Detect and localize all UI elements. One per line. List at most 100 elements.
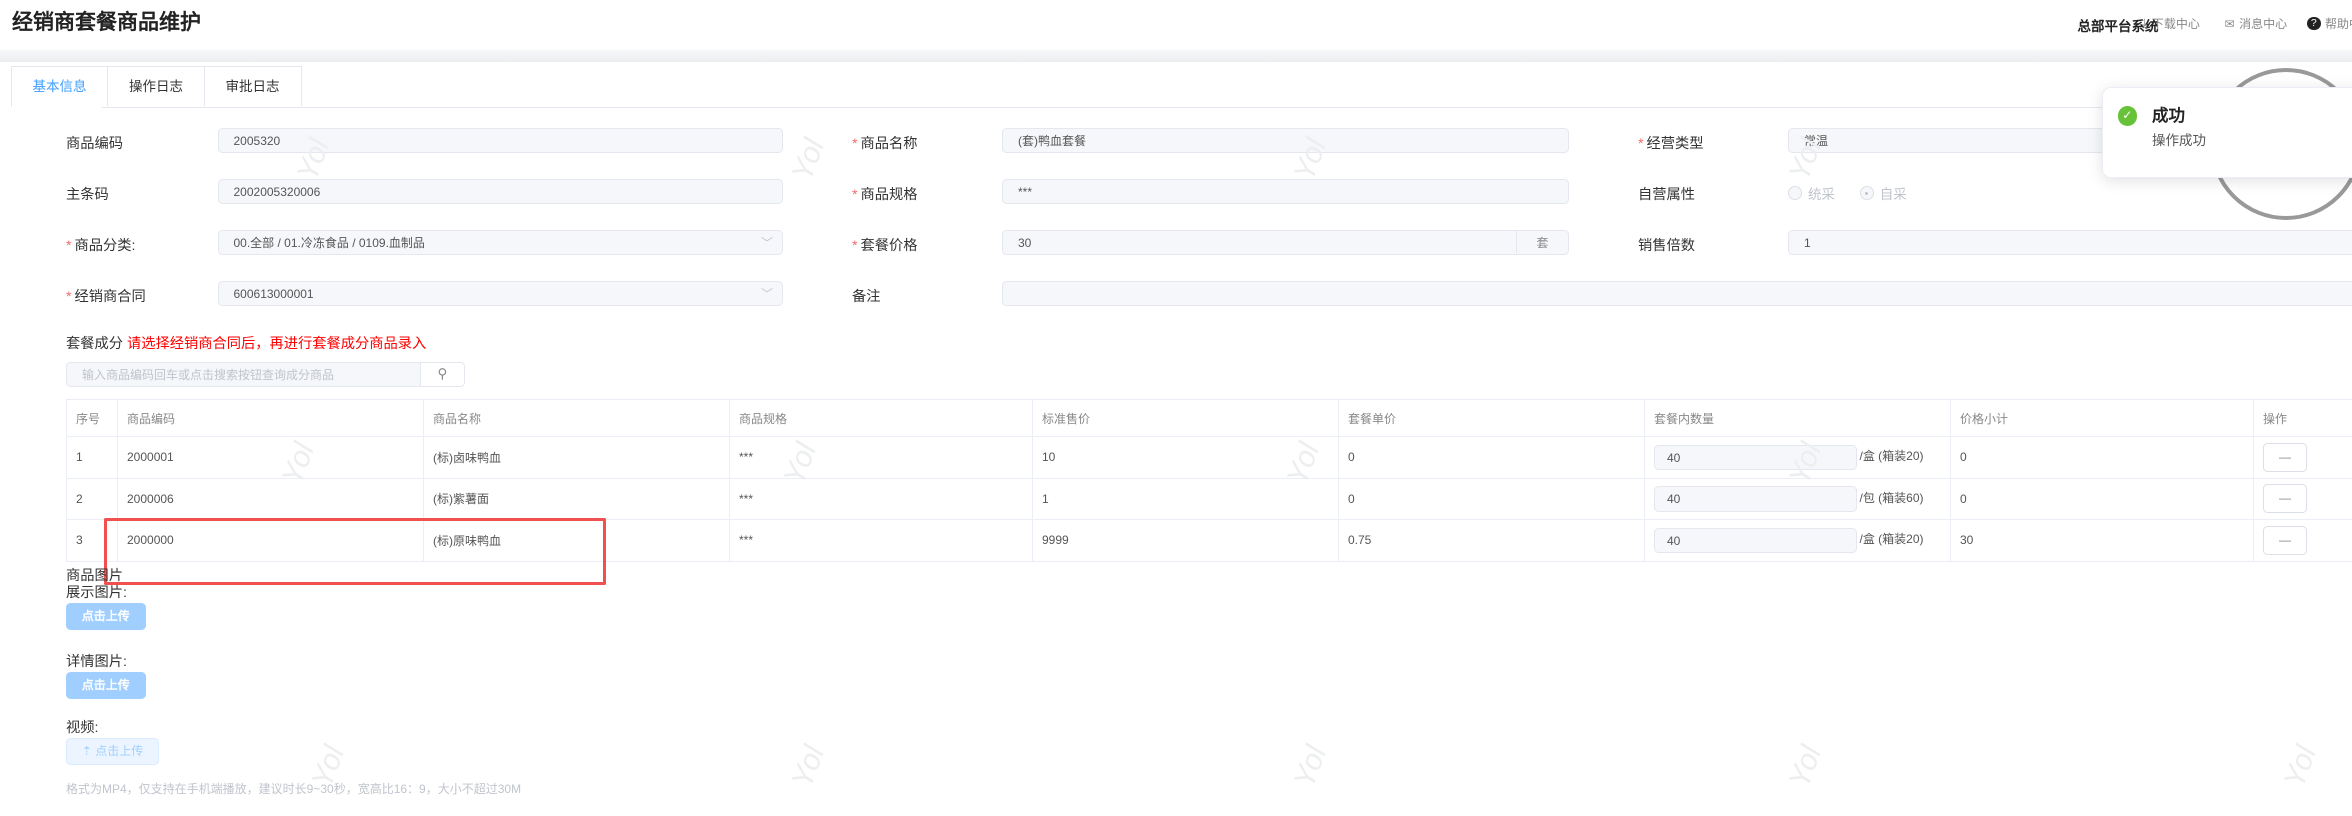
table-row: 1 2000001 (标)卤味鸭血 *** 10 0 40/盒 (箱装20) 0… bbox=[65, 436, 2352, 479]
watermark: Yol bbox=[1287, 741, 1334, 793]
col-header: 商品编码 bbox=[116, 399, 425, 437]
header-divider bbox=[0, 49, 2352, 62]
col-header: 标准售价 bbox=[1031, 399, 1340, 437]
mail-icon: ✉ bbox=[2224, 16, 2235, 31]
row-name: (标)紫薯面 bbox=[422, 477, 731, 520]
sales-multiple-label: 销售倍数 bbox=[1638, 238, 1696, 254]
video-label: 视频: bbox=[66, 719, 99, 736]
highlight-box bbox=[103, 517, 606, 585]
self-operated-radio-group: 统采 自采 bbox=[1788, 183, 1928, 203]
contract-label: * 经销商合同 bbox=[66, 289, 146, 305]
row-op-cell: — bbox=[2252, 436, 2352, 479]
category-label: * 商品分类: bbox=[66, 238, 136, 254]
download-center-link[interactable]: ⤓ 下载中心 bbox=[2142, 15, 2200, 32]
watermark: Yol bbox=[2277, 741, 2324, 793]
watermark: Yol bbox=[785, 134, 831, 185]
self-operated-label: 自营属性 bbox=[1638, 187, 1696, 203]
row-unit-price: 0.75 bbox=[1337, 519, 1646, 562]
tab-underline bbox=[102, 106, 2352, 108]
row-qty-cell: 40/包 (箱装60) bbox=[1643, 477, 1952, 520]
component-search-button[interactable]: ⚲ bbox=[420, 361, 465, 387]
remove-row-button[interactable]: — bbox=[2263, 442, 2307, 472]
search-icon: ⚲ bbox=[437, 365, 448, 381]
row-op-cell: — bbox=[2252, 477, 2352, 520]
components-label: 套餐成分 请选择经销商合同后，再进行套餐成分商品录入 bbox=[66, 335, 427, 352]
row-name: (标)卤味鸭血 bbox=[422, 436, 731, 479]
category-value: 00.全部 / 01.冷冻食品 / 0109.血制品 bbox=[233, 235, 425, 250]
product-code-label: 商品编码 bbox=[66, 136, 124, 152]
watermark: Yol bbox=[1782, 741, 1829, 793]
row-code: 2000001 bbox=[116, 436, 425, 479]
detail-image-upload-button[interactable]: 点击上传 bbox=[66, 672, 146, 699]
category-select[interactable]: 00.全部 / 01.冷冻食品 / 0109.血制品 ﹀ bbox=[217, 229, 783, 255]
row-no: 1 bbox=[65, 436, 119, 479]
radio-centralized[interactable]: 统采 bbox=[1788, 183, 1835, 203]
video-hint: 格式为MP4，仅支持在手机端播放，建议时长9~30秒，宽高比16：9，大小不超过… bbox=[66, 782, 522, 796]
package-price-field[interactable]: 30 套 bbox=[1002, 229, 1569, 255]
col-header: 套餐单价 bbox=[1337, 399, 1646, 437]
row-std-price: 1 bbox=[1031, 477, 1340, 520]
page: 经销商套餐商品维护 总部平台系统 ⤓下载中心 ✉消息中心 ?帮助中心 基本信息 … bbox=[0, 0, 2352, 816]
quantity-input[interactable]: 40 bbox=[1654, 486, 1857, 512]
help-center-link[interactable]: ? 帮助中心 bbox=[2307, 15, 2352, 32]
row-unit-price: 0 bbox=[1337, 477, 1646, 520]
row-no: 2 bbox=[65, 477, 119, 520]
col-header: 套餐内数量 bbox=[1643, 399, 1952, 437]
chevron-down-icon: ﹀ bbox=[760, 286, 773, 301]
messages-label: 消息中心 bbox=[2239, 17, 2288, 31]
table-header-row: 序号 商品编码 商品名称 商品规格 标准售价 套餐单价 套餐内数量 价格小计 操… bbox=[65, 399, 2352, 437]
toast-title: 成功 bbox=[2152, 106, 2185, 125]
remove-row-button[interactable]: — bbox=[2263, 484, 2307, 514]
help-label: 帮助中心 bbox=[2325, 17, 2352, 31]
row-code: 2000006 bbox=[116, 477, 425, 520]
tab-operation-log[interactable]: 操作日志 bbox=[107, 66, 205, 106]
toast-message: 操作成功 bbox=[2152, 132, 2206, 148]
price-unit: 套 bbox=[1516, 230, 1568, 253]
upload-icon: ⇡ bbox=[81, 744, 92, 758]
remove-row-button[interactable]: — bbox=[2263, 525, 2307, 555]
row-unit: /盒 (箱装20) bbox=[1859, 532, 1924, 547]
detail-image-label: 详情图片: bbox=[66, 653, 127, 670]
tab-bar: 基本信息 操作日志 审批日志 bbox=[10, 66, 302, 107]
remark-field[interactable] bbox=[1002, 280, 2352, 306]
row-unit: /盒 (箱装20) bbox=[1859, 449, 1924, 464]
watermark: Yol bbox=[785, 741, 831, 793]
product-name-field[interactable]: (套)鸭血套餐 bbox=[1002, 127, 1569, 153]
help-icon: ? bbox=[2307, 16, 2321, 31]
radio-self-purchase[interactable]: 自采 bbox=[1859, 183, 1907, 203]
col-header: 价格小计 bbox=[1949, 399, 2255, 437]
page-title: 经销商套餐商品维护 bbox=[12, 11, 201, 34]
row-spec: *** bbox=[728, 477, 1034, 520]
contract-value: 600613000001 bbox=[233, 286, 314, 301]
product-name-label: * 商品名称 bbox=[852, 136, 918, 152]
barcode-field[interactable]: 2002005320006 bbox=[217, 178, 783, 204]
table-row: 2 2000006 (标)紫薯面 *** 1 0 40/包 (箱装60) 0 — bbox=[65, 477, 2352, 520]
chevron-down-icon: ﹀ bbox=[760, 235, 773, 250]
row-subtotal: 0 bbox=[1949, 436, 2255, 479]
component-search-input[interactable]: 输入商品编码回车或点击搜索按钮查询成分商品 bbox=[66, 361, 422, 387]
sales-multiple-field[interactable]: 1 bbox=[1788, 229, 2352, 255]
components-warning: 请选择经销商合同后，再进行套餐成分商品录入 bbox=[126, 335, 427, 352]
business-type-label: * 经营类型 bbox=[1638, 136, 1704, 152]
contract-select[interactable]: 600613000001 ﹀ bbox=[217, 280, 783, 306]
row-std-price: 9999 bbox=[1031, 519, 1340, 562]
row-spec: *** bbox=[728, 519, 1034, 562]
col-header: 商品名称 bbox=[422, 399, 731, 437]
row-subtotal: 0 bbox=[1949, 477, 2255, 520]
col-header: 序号 bbox=[65, 399, 119, 437]
product-spec-field[interactable]: *** bbox=[1002, 178, 1569, 204]
video-upload-button[interactable]: ⇡ 点击上传 bbox=[66, 738, 159, 765]
package-price-label: * 套餐价格 bbox=[852, 238, 918, 254]
col-header: 商品规格 bbox=[728, 399, 1034, 437]
barcode-label: 主条码 bbox=[66, 187, 109, 203]
tab-approval-log[interactable]: 审批日志 bbox=[203, 66, 302, 106]
tab-basic-info[interactable]: 基本信息 bbox=[10, 66, 109, 107]
success-toast: ✓ 成功 操作成功 bbox=[2101, 87, 2352, 178]
row-unit-price: 0 bbox=[1337, 436, 1646, 479]
quantity-input[interactable]: 40 bbox=[1654, 527, 1857, 553]
display-image-upload-button[interactable]: 点击上传 bbox=[66, 603, 146, 630]
message-center-link[interactable]: ✉ 消息中心 bbox=[2225, 15, 2288, 32]
product-spec-label: * 商品规格 bbox=[852, 187, 918, 203]
row-spec: *** bbox=[728, 436, 1034, 479]
download-icon: ⤓ bbox=[2142, 16, 2148, 30]
